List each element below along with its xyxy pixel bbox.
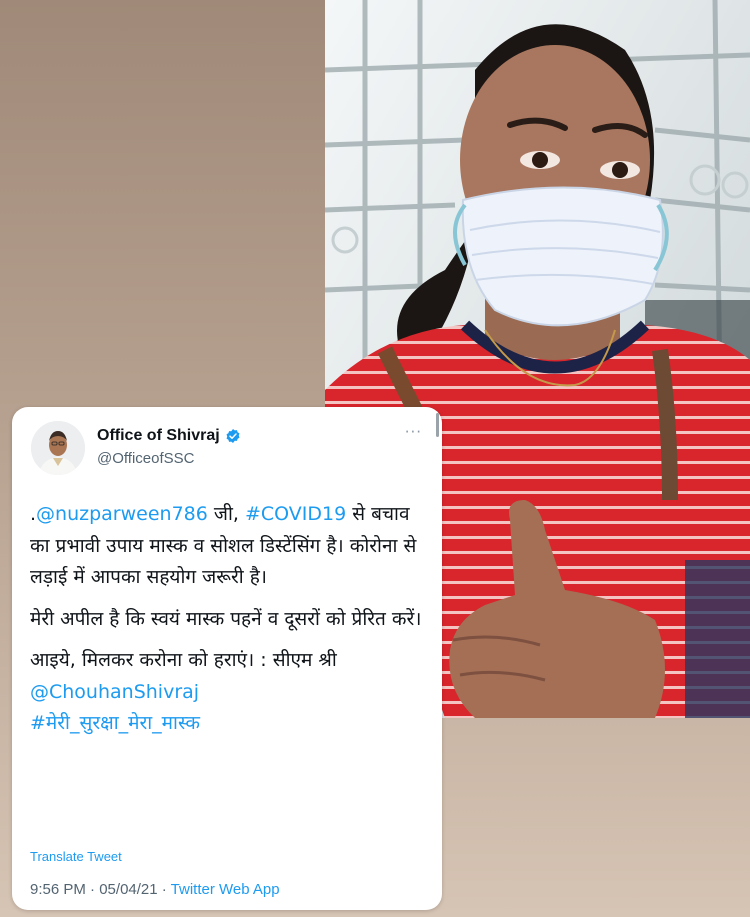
hashtag-link[interactable]: #मेरी_सुरक्षा_मेरा_मास्क bbox=[30, 712, 200, 734]
tweet-card[interactable]: Office of Shivraj @OfficeofSSC ··· .@nuz… bbox=[12, 407, 442, 910]
separator: · bbox=[157, 881, 171, 898]
author-handle[interactable]: @OfficeofSSC bbox=[97, 450, 195, 467]
verified-badge-icon bbox=[225, 428, 241, 444]
tweet-time[interactable]: 9:56 PM bbox=[30, 881, 86, 898]
tweet-text: .@nuzparween786 जी, #COVID19 से बचाव का … bbox=[30, 499, 430, 750]
avatar[interactable] bbox=[31, 421, 85, 475]
tweet-paragraph-3: आइये, मिलकर करोना को हराएं। : सीएम श्री @… bbox=[30, 645, 430, 740]
display-name[interactable]: Office of Shivraj bbox=[97, 427, 220, 445]
separator: · bbox=[85, 881, 100, 898]
translate-tweet-link[interactable]: Translate Tweet bbox=[30, 849, 122, 864]
tweet-date[interactable]: 05/04/21 bbox=[99, 881, 157, 898]
author-name-row[interactable]: Office of Shivraj bbox=[97, 427, 241, 445]
tweet-paragraph-2: मेरी अपील है कि स्वयं मास्क पहनें व दूसर… bbox=[30, 607, 422, 630]
mention-link[interactable]: @ChouhanShivraj bbox=[30, 681, 199, 703]
tweet-meta: 9:56 PM · 05/04/21 · Twitter Web App bbox=[30, 881, 280, 898]
hashtag-link[interactable]: #COVID19 bbox=[245, 503, 346, 525]
tweet-paragraph-1: .@nuzparween786 जी, #COVID19 से बचाव का … bbox=[30, 499, 430, 594]
more-options-icon[interactable]: ··· bbox=[405, 423, 422, 441]
text-segment: जी, bbox=[207, 503, 245, 525]
mention-link[interactable]: @nuzparween786 bbox=[36, 503, 208, 525]
text-segment: आइये, मिलकर करोना को हराएं। : सीएम श्री bbox=[30, 649, 337, 671]
source-app-link[interactable]: Twitter Web App bbox=[171, 881, 280, 898]
scrollbar[interactable] bbox=[436, 413, 439, 437]
